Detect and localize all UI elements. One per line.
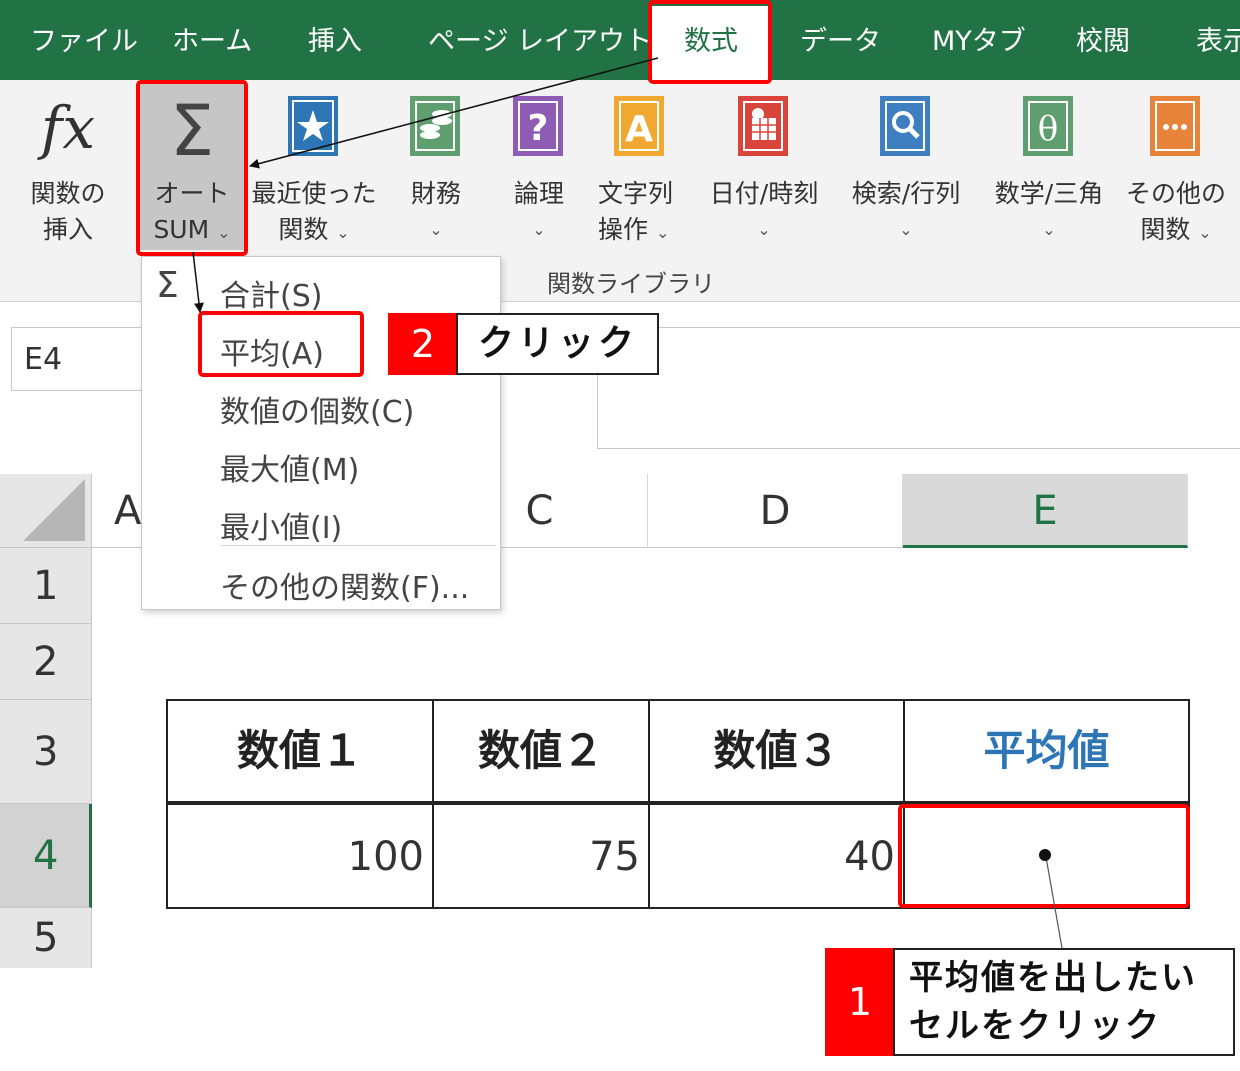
tab-my-tab[interactable]: MYタブ — [932, 0, 1026, 80]
step-1-text-line-1: 平均値を出したい — [909, 958, 1197, 998]
cell-value-3[interactable]: 40 — [648, 803, 905, 909]
menu-item-max[interactable]: 最大値(M) — [220, 445, 359, 489]
autosum-dropdown-menu: Σ 合計(S) 平均(A) 数値の個数(C) 最大値(M) 最小値(I) その他… — [141, 256, 501, 610]
lookup-reference-button[interactable]: 検索/行列 ⌄ — [842, 80, 970, 250]
highlight-average-item — [198, 311, 364, 377]
tab-page-layout[interactable]: ページ レイアウト — [428, 0, 652, 80]
menu-separator — [220, 545, 496, 546]
name-box[interactable]: E4 — [11, 327, 151, 391]
table-header-average[interactable]: 平均値 — [903, 699, 1190, 805]
recently-used-button[interactable]: 最近使った 関数 ⌄ — [250, 80, 378, 250]
highlight-formulas-tab — [648, 0, 772, 84]
chevron-down-icon: ⌄ — [1042, 220, 1056, 239]
row-header-5[interactable]: 5 — [0, 908, 92, 968]
chevron-down-icon: ⌄ — [1198, 223, 1212, 242]
book-letter-icon: A — [614, 96, 664, 156]
step-2-text: クリック — [456, 313, 659, 375]
highlight-cell-e4 — [898, 804, 1190, 908]
step-1-text: 平均値を出したい セルをクリック — [893, 948, 1235, 1056]
financial-button[interactable]: 財務 ⌄ — [392, 80, 480, 250]
tab-home[interactable]: ホーム — [172, 0, 252, 80]
tab-review[interactable]: 校閲 — [1076, 0, 1130, 80]
chevron-down-icon: ⌄ — [655, 223, 670, 242]
book-coins-icon — [410, 96, 460, 156]
chevron-down-icon: ⌄ — [336, 223, 350, 242]
more-functions-label-1: その他の — [1125, 179, 1226, 208]
book-star-icon — [288, 96, 338, 156]
cell-value-2[interactable]: 75 — [432, 803, 650, 909]
row-header-3[interactable]: 3 — [0, 700, 92, 804]
chevron-down-icon: ⌄ — [532, 220, 546, 239]
book-question-icon: ? — [513, 96, 563, 156]
svg-text:?: ? — [528, 108, 549, 149]
cell-value-1[interactable]: 100 — [166, 803, 434, 909]
column-header-d[interactable]: D — [648, 474, 903, 548]
tab-view[interactable]: 表示 — [1196, 0, 1240, 80]
svg-text:A: A — [625, 109, 653, 150]
fx-icon: fx — [40, 94, 96, 162]
more-functions-label-2: 関数 — [1140, 215, 1191, 244]
more-functions-button[interactable]: その他の 関数 ⌄ — [1124, 80, 1228, 250]
row-header-2[interactable]: 2 — [0, 624, 92, 700]
row-header-4[interactable]: 4 — [0, 804, 92, 908]
book-search-icon — [880, 96, 930, 156]
row-header-1[interactable]: 1 — [0, 548, 92, 624]
svg-text:θ: θ — [1038, 109, 1058, 149]
logical-button[interactable]: ? 論理 ⌄ — [494, 80, 584, 250]
function-library-group-label: 関数ライブラリ — [547, 270, 715, 298]
highlight-autosum-button — [136, 80, 248, 256]
table-header-value-3[interactable]: 数値３ — [648, 699, 905, 805]
insert-function-button[interactable]: fx 関数の 挿入 — [18, 80, 118, 250]
chevron-down-icon: ⌄ — [899, 220, 913, 239]
tab-insert[interactable]: 挿入 — [308, 0, 362, 80]
table-header-value-1[interactable]: 数値１ — [166, 699, 434, 805]
menu-item-min[interactable]: 最小値(I) — [220, 503, 342, 547]
ribbon-tab-bar: ファイル ホーム 挿入 ページ レイアウト 数式 データ MYタブ 校閲 表示 — [0, 0, 1240, 80]
math-trig-label: 数学/三角 — [994, 179, 1104, 208]
date-time-button[interactable]: 日付/時刻 ⌄ — [700, 80, 828, 250]
select-all-corner[interactable] — [0, 474, 92, 548]
menu-item-more-functions[interactable]: その他の関数(F)... — [220, 563, 469, 607]
recently-used-label-2: 関数 — [278, 215, 329, 244]
step-1-badge: 1 — [825, 948, 895, 1056]
table-header-value-2[interactable]: 数値２ — [432, 699, 650, 805]
column-header-e[interactable]: E — [903, 474, 1188, 548]
chevron-down-icon: ⌄ — [757, 220, 771, 239]
book-ellipsis-icon — [1150, 96, 1200, 156]
tab-file[interactable]: ファイル — [30, 0, 138, 80]
insert-function-label-2: 挿入 — [42, 215, 93, 244]
logical-label: 論理 — [513, 179, 564, 208]
text-label-1: 文字列 — [598, 179, 674, 208]
tab-data[interactable]: データ — [800, 0, 881, 80]
menu-item-count-numbers[interactable]: 数値の個数(C) — [220, 387, 414, 431]
text-button[interactable]: A 文字列 操作 ⌄ — [594, 80, 686, 250]
book-theta-icon: θ — [1023, 96, 1073, 156]
recently-used-label-1: 最近使った — [251, 179, 377, 208]
formula-bar-input[interactable] — [597, 327, 1240, 449]
step-1-text-line-2: セルをクリック — [909, 1006, 1161, 1046]
step-2-badge: 2 — [388, 313, 458, 375]
menu-item-sum[interactable]: 合計(S) — [220, 271, 322, 315]
book-calendar-icon — [738, 96, 788, 156]
sigma-icon: Σ — [156, 265, 179, 306]
date-time-label: 日付/時刻 — [709, 179, 819, 208]
financial-label: 財務 — [410, 179, 461, 208]
text-label-2: 操作 — [598, 215, 649, 244]
chevron-down-icon: ⌄ — [429, 220, 443, 239]
math-trig-button[interactable]: θ 数学/三角 ⌄ — [984, 80, 1114, 250]
insert-function-label-1: 関数の — [30, 179, 106, 208]
lookup-reference-label: 検索/行列 — [851, 179, 961, 208]
